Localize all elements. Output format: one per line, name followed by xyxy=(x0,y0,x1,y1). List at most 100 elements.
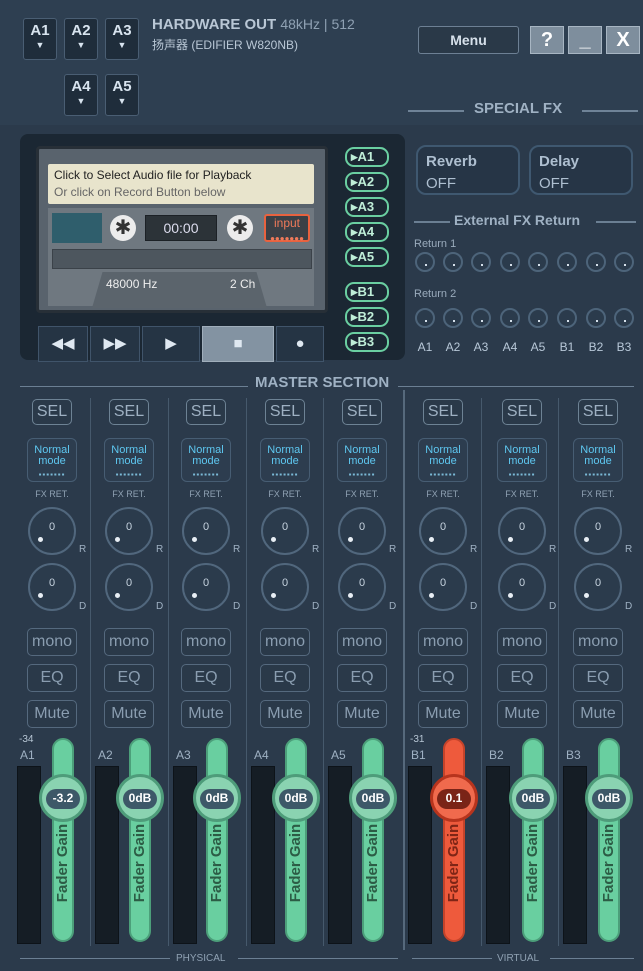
return-2-knob[interactable] xyxy=(415,308,435,328)
return-2-knob[interactable] xyxy=(528,308,548,328)
return-1-knob[interactable] xyxy=(528,252,548,272)
fx-return-delay-knob[interactable]: 0 xyxy=(574,563,622,611)
eq-button[interactable]: EQ xyxy=(573,664,623,692)
mode-button[interactable]: Normal mode ▪▪▪▪▪▪▪ xyxy=(104,438,154,482)
mute-button[interactable]: Mute xyxy=(104,700,154,728)
mono-button[interactable]: mono xyxy=(418,628,468,656)
bus-button-a1[interactable]: A1 ▼ xyxy=(23,18,57,60)
sel-button[interactable]: SEL xyxy=(186,399,226,425)
fx-return-reverb-knob[interactable]: 0 xyxy=(574,507,622,555)
mode-button[interactable]: Normal mode ▪▪▪▪▪▪▪ xyxy=(181,438,231,482)
sel-button[interactable]: SEL xyxy=(109,399,149,425)
eq-button[interactable]: EQ xyxy=(497,664,547,692)
stop-button[interactable]: ■ xyxy=(202,326,274,362)
return-2-knob[interactable] xyxy=(557,308,577,328)
fx-return-reverb-knob[interactable]: 0 xyxy=(28,507,76,555)
playback-message[interactable]: Click to Select Audio file for Playback … xyxy=(48,164,314,204)
sel-button[interactable]: SEL xyxy=(32,399,72,425)
help-button[interactable]: ? xyxy=(530,26,564,54)
fx-return-reverb-knob[interactable]: 0 xyxy=(261,507,309,555)
eq-button[interactable]: EQ xyxy=(181,664,231,692)
out-a1-button[interactable]: ▸A1 xyxy=(345,147,389,167)
return-1-knob[interactable] xyxy=(415,252,435,272)
return-1-knob[interactable] xyxy=(557,252,577,272)
fx-return-delay-knob[interactable]: 0 xyxy=(498,563,546,611)
fx-return-delay-knob[interactable]: 0 xyxy=(28,563,76,611)
return-1-knob[interactable] xyxy=(586,252,606,272)
rewind-button[interactable]: ◀◀ xyxy=(38,326,88,362)
return-2-knob[interactable] xyxy=(614,308,634,328)
fx-return-delay-knob[interactable]: 0 xyxy=(338,563,386,611)
mono-button[interactable]: mono xyxy=(181,628,231,656)
fader-gain-knob[interactable]: 0dB xyxy=(349,774,397,822)
eq-button[interactable]: EQ xyxy=(418,664,468,692)
fader-gain-knob[interactable]: 0dB xyxy=(509,774,557,822)
out-b3-button[interactable]: ▸B3 xyxy=(345,332,389,352)
fader-gain-knob[interactable]: 0dB xyxy=(585,774,633,822)
out-a2-button[interactable]: ▸A2 xyxy=(345,172,389,192)
mute-button[interactable]: Mute xyxy=(418,700,468,728)
sel-button[interactable]: SEL xyxy=(342,399,382,425)
out-b2-button[interactable]: ▸B2 xyxy=(345,307,389,327)
out-b1-button[interactable]: ▸B1 xyxy=(345,282,389,302)
mute-button[interactable]: Mute xyxy=(27,700,77,728)
fx-return-reverb-knob[interactable]: 0 xyxy=(338,507,386,555)
bus-button-a4[interactable]: A4 ▼ xyxy=(64,74,98,116)
eq-button[interactable]: EQ xyxy=(337,664,387,692)
mono-button[interactable]: mono xyxy=(27,628,77,656)
sel-button[interactable]: SEL xyxy=(578,399,618,425)
out-a4-button[interactable]: ▸A4 xyxy=(345,222,389,242)
mono-button[interactable]: mono xyxy=(497,628,547,656)
fx-return-delay-knob[interactable]: 0 xyxy=(261,563,309,611)
mode-button[interactable]: Normal mode ▪▪▪▪▪▪▪ xyxy=(27,438,77,482)
minimize-button[interactable]: _ xyxy=(568,26,602,54)
return-2-knob[interactable] xyxy=(500,308,520,328)
return-1-knob[interactable] xyxy=(614,252,634,272)
input-button[interactable]: input ●●●●●●● xyxy=(264,214,310,243)
mono-button[interactable]: mono xyxy=(260,628,310,656)
play-button[interactable]: ▶ xyxy=(142,326,200,362)
mode-button[interactable]: Normal mode ▪▪▪▪▪▪▪ xyxy=(337,438,387,482)
fx-return-reverb-knob[interactable]: 0 xyxy=(498,507,546,555)
mode-button[interactable]: Normal mode ▪▪▪▪▪▪▪ xyxy=(497,438,547,482)
out-a3-button[interactable]: ▸A3 xyxy=(345,197,389,217)
eq-button[interactable]: EQ xyxy=(27,664,77,692)
return-2-knob[interactable] xyxy=(443,308,463,328)
sel-button[interactable]: SEL xyxy=(265,399,305,425)
bus-button-a5[interactable]: A5 ▼ xyxy=(105,74,139,116)
record-button[interactable]: ● xyxy=(276,326,324,362)
fader-gain-knob[interactable]: 0dB xyxy=(272,774,320,822)
sel-button[interactable]: SEL xyxy=(502,399,542,425)
mute-button[interactable]: Mute xyxy=(181,700,231,728)
fader-gain-knob[interactable]: 0.1 xyxy=(430,774,478,822)
return-1-knob[interactable] xyxy=(443,252,463,272)
delay-button[interactable]: Delay OFF xyxy=(529,145,633,195)
mute-button[interactable]: Mute xyxy=(497,700,547,728)
mute-button[interactable]: Mute xyxy=(260,700,310,728)
fx-return-delay-knob[interactable]: 0 xyxy=(419,563,467,611)
eq-button[interactable]: EQ xyxy=(104,664,154,692)
return-2-knob[interactable] xyxy=(471,308,491,328)
fx-return-reverb-knob[interactable]: 0 xyxy=(419,507,467,555)
fx-return-reverb-knob[interactable]: 0 xyxy=(182,507,230,555)
bus-button-a2[interactable]: A2 ▼ xyxy=(64,18,98,60)
sel-button[interactable]: SEL xyxy=(423,399,463,425)
fader-gain-knob[interactable]: 0dB xyxy=(193,774,241,822)
mode-button[interactable]: Normal mode ▪▪▪▪▪▪▪ xyxy=(418,438,468,482)
out-a5-button[interactable]: ▸A5 xyxy=(345,247,389,267)
reverb-button[interactable]: Reverb OFF xyxy=(416,145,520,195)
mute-button[interactable]: Mute xyxy=(573,700,623,728)
fast-forward-button[interactable]: ▶▶ xyxy=(90,326,140,362)
fader-gain-knob[interactable]: -3.2 xyxy=(39,774,87,822)
mute-button[interactable]: Mute xyxy=(337,700,387,728)
menu-button[interactable]: Menu xyxy=(418,26,519,54)
fx-return-delay-knob[interactable]: 0 xyxy=(182,563,230,611)
fader-gain-knob[interactable]: 0dB xyxy=(116,774,164,822)
mono-button[interactable]: mono xyxy=(104,628,154,656)
bus-button-a3[interactable]: A3 ▼ xyxy=(105,18,139,60)
mono-button[interactable]: mono xyxy=(337,628,387,656)
eq-button[interactable]: EQ xyxy=(260,664,310,692)
mono-button[interactable]: mono xyxy=(573,628,623,656)
return-2-knob[interactable] xyxy=(586,308,606,328)
mode-button[interactable]: Normal mode ▪▪▪▪▪▪▪ xyxy=(260,438,310,482)
